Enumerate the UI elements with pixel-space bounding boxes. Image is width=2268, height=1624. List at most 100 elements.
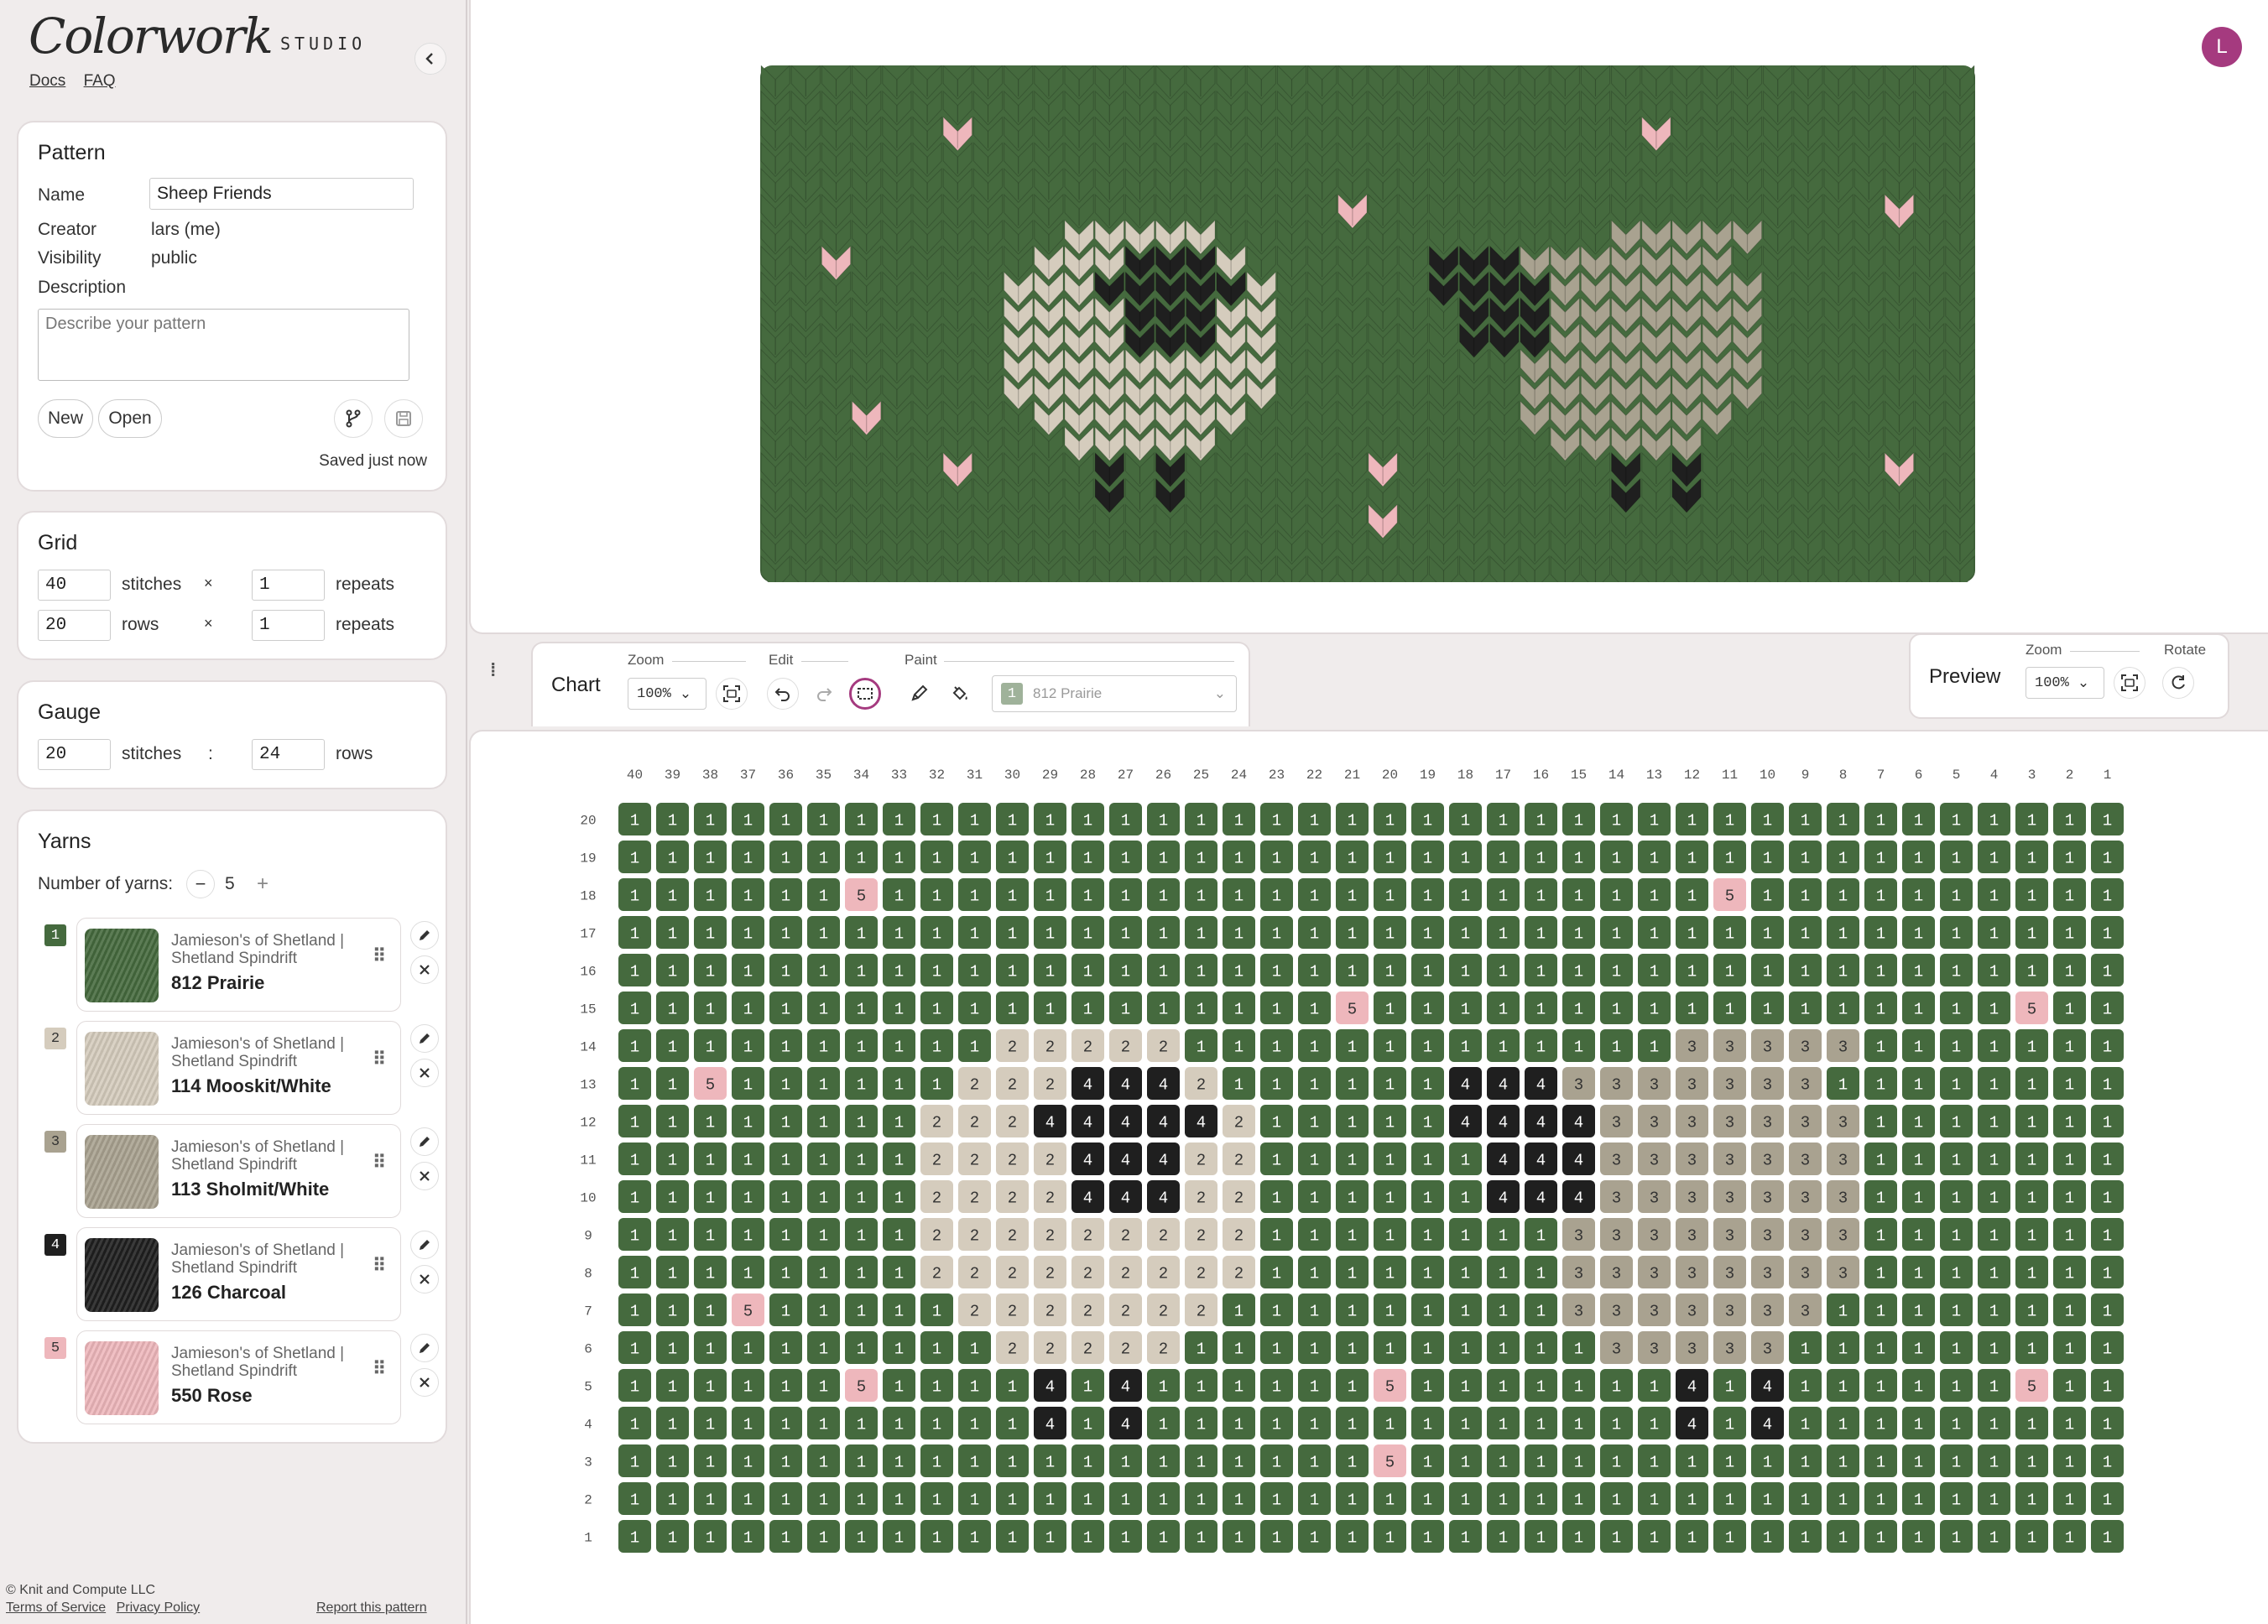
chart-cell-label: 1: [1876, 1340, 1885, 1359]
save-button[interactable]: [384, 399, 423, 438]
preview-fit-button[interactable]: [2114, 667, 2145, 699]
chart-grid[interactable]: 40 39 38 37 36 35 34 33 32 31 30 29 28 27 26 25 24 23 22 21…: [471, 731, 2268, 1624]
yarn-item[interactable]: Jamieson's of Shetland | Shetland Spindr…: [76, 1330, 401, 1424]
pattern-name-input[interactable]: [149, 178, 414, 210]
chart-cell-label: 1: [1612, 963, 1621, 981]
chart-cell-label: 1: [1838, 812, 1848, 830]
open-button[interactable]: Open: [98, 399, 162, 438]
yarn-item[interactable]: Jamieson's of Shetland | Shetland Spindr…: [76, 1021, 401, 1115]
collapse-sidebar-button[interactable]: [414, 43, 446, 75]
yarn-item[interactable]: Jamieson's of Shetland | Shetland Spindr…: [76, 918, 401, 1012]
chart-cell-label: 1: [932, 812, 941, 830]
chart-cell-label: 1: [819, 1265, 828, 1283]
fit-to-screen-button[interactable]: [716, 678, 748, 710]
chart-cell-label: 2: [1008, 1265, 1017, 1283]
yarn-count-label: Number of yarns:: [38, 874, 174, 893]
edit-yarn-button[interactable]: [410, 921, 439, 950]
remove-yarn-button[interactable]: [410, 955, 439, 984]
pencil-icon: [420, 1343, 430, 1353]
remove-yarn-button[interactable]: [410, 1265, 439, 1293]
privacy-link[interactable]: Privacy Policy: [117, 1601, 201, 1615]
yarn-item[interactable]: Jamieson's of Shetland | Shetland Spindr…: [76, 1124, 401, 1218]
brush-tool-button[interactable]: [903, 678, 935, 710]
chart-cell-label: 1: [2103, 850, 2112, 868]
brand-logo[interactable]: Colorwork STUDIO: [29, 12, 366, 60]
remove-yarn-button[interactable]: [410, 1162, 439, 1190]
chart-cell-label: 1: [1989, 1378, 1999, 1397]
paint-yarn-select[interactable]: 1 812 Prairie ⌄: [992, 675, 1237, 712]
chart-cell-label: 1: [1876, 1416, 1885, 1434]
chart-cell-label: 3: [1801, 1265, 1810, 1283]
terms-link[interactable]: Terms of Service: [6, 1601, 106, 1615]
select-tool-button[interactable]: [849, 678, 881, 710]
user-avatar[interactable]: L: [2202, 27, 2242, 67]
chart-cell-label: 1: [1045, 963, 1055, 981]
chart-cell-label: 1: [1461, 1303, 1470, 1321]
remove-yarn-button[interactable]: [410, 1059, 439, 1087]
chart-cell-label: 3: [1574, 1303, 1583, 1321]
chart-cell-label: 5: [1385, 1378, 1395, 1397]
drag-handle-icon[interactable]: ⠿: [373, 947, 386, 966]
chart-cell-label: 1: [1272, 1038, 1281, 1057]
preview-zoom-select[interactable]: 100% ⌄: [2026, 667, 2104, 699]
chart-cell-label: 1: [1914, 1227, 1923, 1246]
chart-cell-label: 1: [819, 1303, 828, 1321]
paint-yarn-badge: 1: [1001, 683, 1023, 705]
edit-yarn-button[interactable]: [410, 1231, 439, 1259]
gauge-rows-input[interactable]: [252, 739, 325, 770]
docs-link[interactable]: Docs: [29, 72, 65, 90]
drag-handle-icon[interactable]: ⠿: [373, 1360, 386, 1378]
chart-cell-label: 3: [1725, 1076, 1734, 1095]
yarn-item[interactable]: Jamieson's of Shetland | Shetland Spindr…: [76, 1227, 401, 1321]
edit-yarn-button[interactable]: [410, 1024, 439, 1053]
redo-button[interactable]: [808, 678, 840, 710]
chart-cell-label: 1: [1310, 1303, 1319, 1321]
chart-cell-label: 1: [743, 1529, 753, 1548]
chart-cell-label: 1: [1574, 1038, 1583, 1057]
yarn-number-badge: 2: [44, 1028, 66, 1049]
undo-button[interactable]: [767, 678, 799, 710]
close-icon: [420, 1171, 430, 1181]
chart-cell-label: 3: [1650, 1114, 1659, 1132]
fill-tool-button[interactable]: [944, 678, 976, 710]
increase-yarns-button[interactable]: +: [248, 870, 277, 898]
chart-cell-label: 1: [857, 1454, 866, 1472]
row-repeats-input[interactable]: [252, 610, 325, 641]
chart-cell-label: 1: [1045, 1491, 1055, 1510]
rotate-button[interactable]: [2162, 667, 2194, 699]
new-button[interactable]: New: [38, 399, 93, 438]
chevron-down-icon: ⌄: [679, 686, 692, 703]
chart-cell-label: 1: [1083, 1454, 1092, 1472]
drag-handle-icon[interactable]: ⠿: [373, 1257, 386, 1275]
edit-yarn-button[interactable]: [410, 1334, 439, 1362]
chart-cell-label: 4: [1763, 1416, 1772, 1434]
chart-cell-label: 1: [743, 850, 753, 868]
gauge-stitches-input[interactable]: [38, 739, 111, 770]
chart-cell-label: 1: [1234, 850, 1243, 868]
drag-handle-icon[interactable]: ⠿: [373, 1050, 386, 1069]
rows-input[interactable]: [38, 610, 111, 641]
description-textarea[interactable]: Describe your pattern: [38, 309, 409, 381]
decrease-yarns-button[interactable]: −: [186, 870, 215, 898]
drag-handle-icon[interactable]: ⁞: [490, 661, 496, 679]
chart-cell-label: 2: [1197, 1076, 1206, 1095]
chart-zoom-select[interactable]: 100% ⌄: [628, 678, 706, 710]
chart-cell-label: 3: [1687, 1114, 1697, 1132]
drag-handle-icon[interactable]: ⠿: [373, 1153, 386, 1172]
chart-cell-label: 1: [1536, 1303, 1546, 1321]
chart-cell-label: 1: [1725, 1001, 1734, 1019]
fork-button[interactable]: [334, 399, 373, 438]
remove-yarn-button[interactable]: [410, 1368, 439, 1397]
chart-cell-label: 1: [743, 1227, 753, 1246]
stitches-input[interactable]: [38, 570, 111, 601]
chart-cell-label: 1: [743, 812, 753, 830]
brush-icon: [911, 684, 928, 701]
chart-cell-label: 1: [2027, 1038, 2036, 1057]
chart-cell-label: 1: [1461, 1152, 1470, 1170]
stitch-repeats-input[interactable]: [252, 570, 325, 601]
faq-link[interactable]: FAQ: [84, 72, 116, 90]
edit-yarn-button[interactable]: [410, 1127, 439, 1156]
chart-cell-label: 1: [1385, 1416, 1395, 1434]
report-pattern-link[interactable]: Report this pattern: [316, 1601, 427, 1615]
yarn-count: 5: [225, 874, 235, 893]
